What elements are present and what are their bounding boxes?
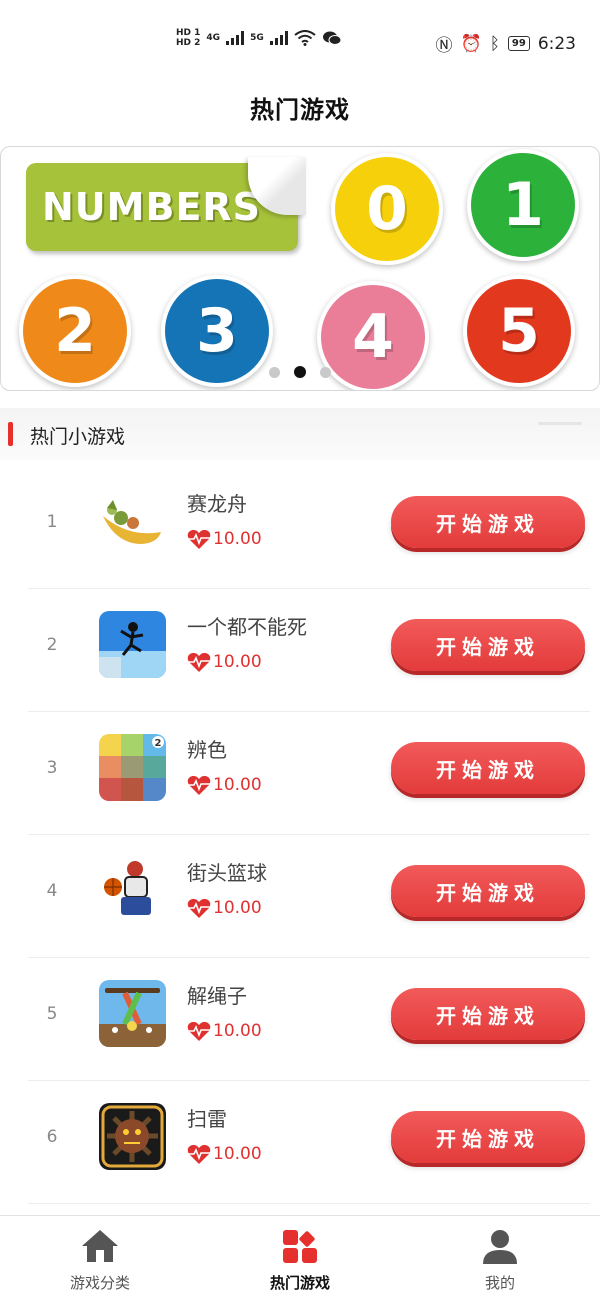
status-bar: HD 1 HD 2 4G 5G Ⓝ ⏰ ᛒ 99 6:23 bbox=[0, 0, 600, 78]
clock: 6:23 bbox=[537, 33, 576, 54]
game-row[interactable]: 6 扫雷 10.00 开始游戏 bbox=[0, 1081, 600, 1204]
network-type-1: 4G bbox=[206, 33, 221, 43]
game-price-value: 10.00 bbox=[213, 1021, 262, 1041]
user-icon bbox=[483, 1230, 517, 1264]
game-name: 辨色 bbox=[187, 738, 227, 762]
tab-label: 游戏分类 bbox=[69, 1274, 130, 1292]
sim-labels: HD 1 HD 2 bbox=[176, 28, 200, 48]
bluetooth-icon: ᛒ bbox=[489, 33, 500, 54]
heartbeat-icon bbox=[187, 1021, 211, 1041]
number-sticker-0: 0 bbox=[331, 153, 443, 265]
mine-icon[interactable] bbox=[99, 1103, 166, 1170]
section-title: 热门小游戏 bbox=[30, 426, 126, 448]
scroll-indicator bbox=[538, 422, 582, 425]
game-name: 街头篮球 bbox=[187, 861, 267, 885]
start-game-button[interactable]: 开始游戏 bbox=[391, 865, 585, 917]
tab-label: 我的 bbox=[484, 1274, 515, 1292]
tab-label: 热门游戏 bbox=[269, 1274, 330, 1292]
heartbeat-icon bbox=[187, 652, 211, 672]
game-price-value: 10.00 bbox=[213, 652, 262, 672]
game-name: 一个都不能死 bbox=[187, 615, 307, 639]
wifi-icon bbox=[294, 30, 316, 46]
basketball-player-icon[interactable] bbox=[99, 857, 166, 924]
start-game-button[interactable]: 开始游戏 bbox=[391, 742, 585, 794]
status-left: HD 1 HD 2 4G 5G bbox=[176, 28, 342, 48]
nfc-icon: Ⓝ bbox=[435, 36, 453, 56]
signal-icon-2 bbox=[269, 31, 288, 45]
carousel-dot[interactable] bbox=[269, 366, 280, 378]
start-game-button[interactable]: 开始游戏 bbox=[391, 1111, 585, 1163]
status-right: Ⓝ ⏰ ᛒ 99 6:23 bbox=[435, 31, 576, 57]
alarm-icon: ⏰ bbox=[460, 33, 482, 54]
sim1-label: HD 1 bbox=[176, 28, 201, 38]
sim2-label: HD 2 bbox=[176, 38, 201, 48]
number-sticker-5: 5 bbox=[463, 275, 575, 387]
game-name: 扫雷 bbox=[187, 1107, 227, 1131]
grid-icon bbox=[283, 1230, 317, 1263]
game-row[interactable]: 5 解绳子 10.00 开始游戏 bbox=[0, 958, 600, 1081]
heartbeat-icon bbox=[187, 1144, 211, 1164]
signal-icon bbox=[226, 31, 245, 45]
game-list: 1 赛龙舟 10.00 开始游戏 2 一个都不能死 10.00 开始游戏 3 2… bbox=[0, 466, 600, 1204]
wechat-icon bbox=[322, 31, 342, 45]
carousel-dot[interactable] bbox=[320, 366, 331, 378]
home-icon bbox=[82, 1230, 118, 1262]
tab-categories[interactable]: 游戏分类 bbox=[0, 1216, 200, 1300]
section-accent-bar bbox=[8, 422, 13, 446]
tab-hot-games[interactable]: 热门游戏 bbox=[200, 1216, 400, 1300]
game-row[interactable]: 3 2 辨色 10.00 开始游戏 bbox=[0, 712, 600, 835]
page-title: 热门游戏 bbox=[250, 96, 350, 124]
game-name: 解绳子 bbox=[187, 984, 247, 1008]
game-price: 10.00 bbox=[187, 774, 262, 796]
number-sticker-1: 1 bbox=[467, 149, 579, 261]
game-rank: 6 bbox=[46, 1127, 58, 1147]
heartbeat-icon bbox=[187, 775, 211, 795]
battery-icon: 99 bbox=[507, 36, 530, 51]
number-sticker-4: 4 bbox=[317, 281, 429, 390]
bottom-tab-bar: 游戏分类 热门游戏 我的 bbox=[0, 1215, 600, 1300]
network-type-2: 5G bbox=[250, 33, 264, 43]
game-row[interactable]: 4 街头篮球 10.00 开始游戏 bbox=[0, 835, 600, 958]
game-price-value: 10.00 bbox=[213, 898, 262, 918]
game-price: 10.00 bbox=[187, 651, 262, 673]
game-price: 10.00 bbox=[187, 897, 262, 919]
game-rank: 1 bbox=[46, 512, 58, 532]
banner-carousel[interactable]: NUMBERS 0 1 2 3 4 5 bbox=[0, 146, 600, 391]
carousel-dots bbox=[269, 366, 331, 378]
game-row[interactable]: 1 赛龙舟 10.00 开始游戏 bbox=[0, 466, 600, 589]
game-price-value: 10.00 bbox=[213, 775, 262, 795]
number-sticker-2: 2 bbox=[19, 275, 131, 387]
rope-icon[interactable] bbox=[99, 980, 166, 1047]
number-sticker-3: 3 bbox=[161, 275, 273, 387]
game-price: 10.00 bbox=[187, 528, 262, 550]
tab-profile[interactable]: 我的 bbox=[400, 1216, 600, 1300]
heartbeat-icon bbox=[187, 898, 211, 918]
game-rank: 5 bbox=[46, 1004, 58, 1024]
start-game-button[interactable]: 开始游戏 bbox=[391, 496, 585, 548]
game-rank: 2 bbox=[46, 635, 58, 655]
game-rank: 3 bbox=[46, 758, 58, 778]
game-price: 10.00 bbox=[187, 1020, 262, 1042]
game-price: 10.00 bbox=[187, 1143, 262, 1165]
start-game-button[interactable]: 开始游戏 bbox=[391, 619, 585, 671]
game-price-value: 10.00 bbox=[213, 529, 262, 549]
heartbeat-icon bbox=[187, 529, 211, 549]
numbers-sticker-text: NUMBERS bbox=[42, 185, 262, 229]
numbers-sticker: NUMBERS bbox=[26, 157, 306, 251]
game-rank: 4 bbox=[46, 881, 58, 901]
dragon-boat-icon[interactable] bbox=[99, 488, 166, 555]
section-header: 热门小游戏 bbox=[0, 408, 600, 460]
game-price-value: 10.00 bbox=[213, 1144, 262, 1164]
color-grid-icon[interactable]: 2 bbox=[99, 734, 166, 801]
start-game-button[interactable]: 开始游戏 bbox=[391, 988, 585, 1040]
game-name: 赛龙舟 bbox=[187, 492, 247, 516]
stickman-icon[interactable] bbox=[99, 611, 166, 678]
svg-text:2: 2 bbox=[155, 738, 162, 749]
game-row[interactable]: 2 一个都不能死 10.00 开始游戏 bbox=[0, 589, 600, 712]
carousel-dot-active[interactable] bbox=[294, 366, 306, 378]
